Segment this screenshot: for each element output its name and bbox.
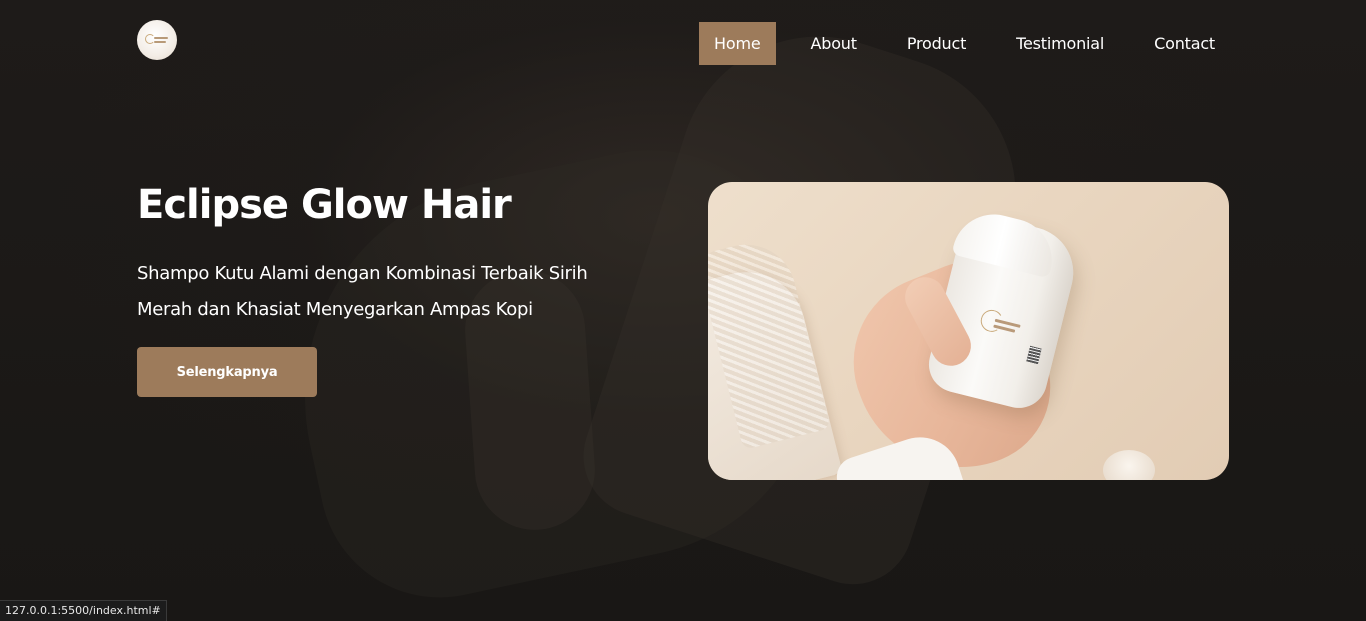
nav-link-contact[interactable]: Contact <box>1139 22 1230 65</box>
status-bar-url: 127.0.0.1:5500/index.html# <box>0 600 167 621</box>
nav-link-home[interactable]: Home <box>699 22 776 65</box>
logo-mark <box>143 34 171 46</box>
hero-title: Eclipse Glow Hair <box>137 182 512 228</box>
nav-links: Home About Product Testimonial Contact <box>699 22 1230 65</box>
nav-link-testimonial[interactable]: Testimonial <box>1001 22 1119 65</box>
image-cotton-ball <box>1103 450 1155 480</box>
learn-more-button[interactable]: Selengkapnya <box>137 347 317 397</box>
hero-description: Shampo Kutu Alami dengan Kombinasi Terba… <box>137 263 588 320</box>
nav-link-about[interactable]: About <box>796 22 872 65</box>
hero-product-image <box>708 182 1229 480</box>
logo-icon[interactable] <box>137 20 177 60</box>
hero-section: Home About Product Testimonial Contact E… <box>0 0 1366 621</box>
navbar: Home About Product Testimonial Contact <box>0 0 1366 86</box>
nav-link-product[interactable]: Product <box>892 22 981 65</box>
